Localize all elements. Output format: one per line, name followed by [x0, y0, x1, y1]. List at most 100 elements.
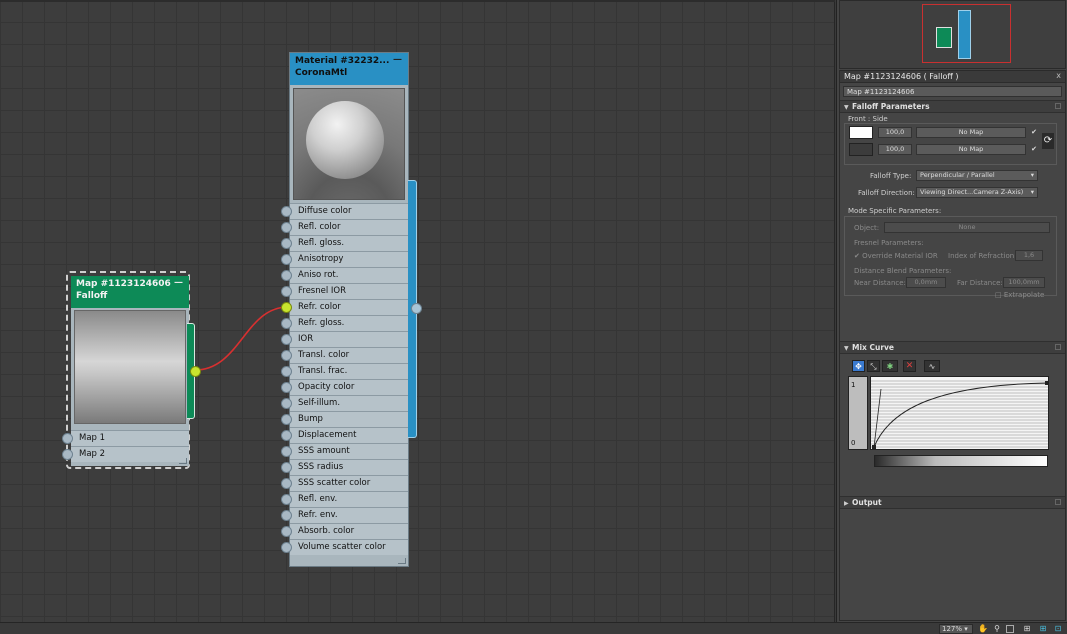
input-socket[interactable] [281, 462, 292, 473]
mix-curve-graph[interactable] [870, 376, 1049, 450]
falloff-node-header[interactable]: Map #1123124606 Falloff — [71, 276, 189, 308]
material-slot[interactable]: Anisotropy [281, 251, 408, 267]
input-socket[interactable] [281, 526, 292, 537]
material-slot[interactable]: Volume scatter color [281, 539, 408, 555]
mix-curve-rollout-header[interactable]: ▼ Mix Curve [840, 341, 1065, 354]
minimize-icon[interactable]: — [393, 54, 402, 66]
falloff-direction-dropdown[interactable]: Viewing Direct...Camera Z-Axis) ▾ [916, 187, 1038, 198]
material-slot[interactable]: SSS scatter color [281, 475, 408, 491]
ior-spinner[interactable]: 1,6 [1015, 250, 1043, 261]
input-socket[interactable] [281, 366, 292, 377]
material-slot[interactable]: Refr. color [281, 299, 408, 315]
material-output-socket[interactable] [411, 303, 422, 314]
material-slot[interactable]: Refl. env. [281, 491, 408, 507]
near-distance-spinner[interactable]: 0,0mm [906, 277, 946, 288]
input-socket[interactable] [281, 254, 292, 265]
navigator-view-rect[interactable] [922, 4, 1011, 63]
input-socket[interactable] [281, 302, 292, 313]
material-slot[interactable]: Refl. gloss. [281, 235, 408, 251]
zoom-extents-icon[interactable]: ⊞ [1022, 624, 1032, 634]
side-map-button[interactable]: No Map [916, 144, 1026, 155]
front-map-button[interactable]: No Map [916, 127, 1026, 138]
material-slot[interactable]: Transl. frac. [281, 363, 408, 379]
scale-point-icon[interactable]: ⤡ [867, 360, 880, 372]
material-slot[interactable]: IOR [281, 331, 408, 347]
zoom-icon[interactable]: ⚲ [992, 624, 1002, 634]
zoom-extents-selected-icon[interactable]: ⊞ [1038, 624, 1048, 634]
input-socket[interactable] [281, 510, 292, 521]
front-amount-spinner[interactable]: 100,0 [878, 127, 912, 138]
input-socket[interactable] [281, 334, 292, 345]
move-point-icon[interactable]: ✥ [852, 360, 865, 372]
input-socket[interactable] [281, 206, 292, 217]
material-slot[interactable]: SSS radius [281, 459, 408, 475]
material-node-header[interactable]: Material #32232... CoronaMtl — [290, 53, 408, 85]
output-rollout-header[interactable]: ▶ Output [840, 496, 1065, 509]
navigator[interactable] [839, 0, 1066, 69]
falloff-parameters-rollout-header[interactable]: ▼ Falloff Parameters [840, 100, 1065, 113]
object-pick-button[interactable]: None [884, 222, 1050, 233]
input-socket[interactable] [281, 270, 292, 281]
corona-material-node[interactable]: Material #32232... CoronaMtl — Diffuse c… [281, 52, 409, 567]
material-slot[interactable]: Diffuse color [281, 203, 408, 219]
add-point-icon[interactable]: ✱ [882, 360, 898, 372]
reset-curve-icon[interactable]: ∿ [924, 360, 940, 372]
material-slot[interactable]: Bump [281, 411, 408, 427]
input-socket[interactable] [281, 222, 292, 233]
resize-grip-icon[interactable] [179, 458, 187, 464]
close-icon[interactable]: x [1056, 71, 1061, 80]
input-socket[interactable] [281, 318, 292, 329]
input-socket[interactable] [281, 414, 292, 425]
input-socket[interactable] [281, 446, 292, 457]
input-socket[interactable] [62, 449, 73, 460]
side-color-swatch[interactable] [849, 143, 873, 156]
zoom-level-dropdown[interactable]: 127% ▾ [939, 624, 973, 634]
material-slot[interactable]: Opacity color [281, 379, 408, 395]
far-distance-spinner[interactable]: 100,0mm [1003, 277, 1045, 288]
falloff-output-socket[interactable] [190, 366, 201, 377]
minimize-icon[interactable]: — [174, 277, 183, 289]
falloff-map-node[interactable]: Map #1123124606 Falloff — Map 1 Map 2 [62, 271, 201, 469]
pan-hand-icon[interactable]: ✋ [978, 624, 988, 634]
input-socket[interactable] [281, 478, 292, 489]
material-slot[interactable]: Fresnel IOR [281, 283, 408, 299]
input-socket[interactable] [281, 430, 292, 441]
material-slot[interactable]: Aniso rot. [281, 267, 408, 283]
slot-map-2[interactable]: Map 2 [62, 446, 189, 462]
front-map-checkbox[interactable]: ✔ [1030, 128, 1038, 136]
input-socket[interactable] [281, 542, 292, 553]
material-slot[interactable]: Refr. env. [281, 507, 408, 523]
connection-wire[interactable] [194, 306, 289, 371]
extrapolate-checkbox[interactable]: □ Extrapolate [995, 291, 1044, 299]
material-slot[interactable]: Refr. gloss. [281, 315, 408, 331]
override-ior-checkbox[interactable]: ✔ Override Material IOR [854, 252, 938, 260]
input-socket[interactable] [281, 494, 292, 505]
mix-curve-line[interactable] [873, 382, 1048, 448]
front-color-swatch[interactable] [849, 126, 873, 139]
input-socket[interactable] [62, 433, 73, 444]
delete-point-icon[interactable]: ✕ [903, 360, 916, 372]
side-map-checkbox[interactable]: ✔ [1030, 145, 1038, 153]
node-view-canvas[interactable]: Map #1123124606 Falloff — Map 1 Map 2 Ma… [0, 0, 835, 622]
material-slot[interactable]: Transl. color [281, 347, 408, 363]
curve-point[interactable] [1045, 381, 1049, 385]
side-amount-spinner[interactable]: 100,0 [878, 144, 912, 155]
map-name-input[interactable]: Map #1123124606 [843, 86, 1062, 97]
material-slot[interactable]: SSS amount [281, 443, 408, 459]
swap-colors-icon[interactable]: ⟳ [1042, 133, 1054, 149]
material-slot[interactable]: Displacement [281, 427, 408, 443]
material-slot[interactable]: Refl. color [281, 219, 408, 235]
slot-map-1[interactable]: Map 1 [62, 430, 189, 446]
input-socket[interactable] [281, 398, 292, 409]
falloff-type-dropdown[interactable]: Perpendicular / Parallel ▾ [916, 170, 1038, 181]
input-socket[interactable] [281, 350, 292, 361]
resize-grip-icon[interactable] [398, 558, 406, 564]
input-socket[interactable] [281, 286, 292, 297]
curve-point[interactable] [872, 445, 876, 449]
material-slot[interactable]: Absorb. color [281, 523, 408, 539]
material-slot[interactable]: Self-illum. [281, 395, 408, 411]
zoom-region-icon[interactable] [1006, 625, 1014, 633]
maximize-view-icon[interactable]: ⊡ [1053, 624, 1063, 634]
input-socket[interactable] [281, 238, 292, 249]
input-socket[interactable] [281, 382, 292, 393]
